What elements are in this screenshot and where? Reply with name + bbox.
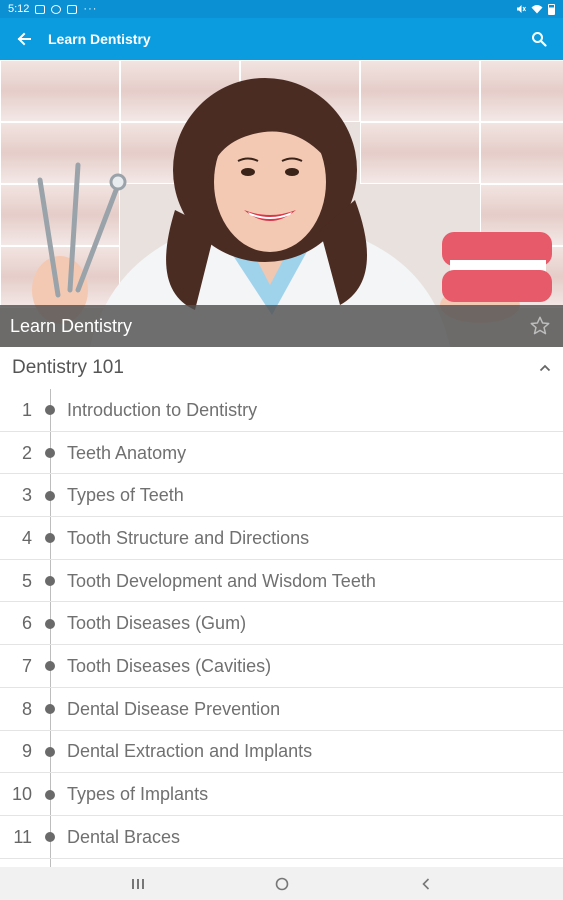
more-notifications-indicator: ··· bbox=[83, 3, 98, 15]
lesson-title: Dental Disease Prevention bbox=[67, 698, 281, 719]
mute-icon bbox=[517, 5, 526, 13]
lesson-item[interactable]: 10 Types of Implants bbox=[0, 773, 563, 816]
lesson-number: 4 bbox=[21, 527, 32, 548]
lesson-item[interactable]: 3 Types of Teeth bbox=[0, 474, 563, 517]
lesson-item[interactable]: 9 Dental Extraction and Implants bbox=[0, 731, 563, 774]
lesson-number: 8 bbox=[21, 698, 32, 719]
app-title: Learn Dentistry bbox=[48, 31, 151, 47]
back-icon bbox=[421, 877, 429, 890]
image-notification-icon bbox=[67, 4, 78, 14]
lesson-number: 2 bbox=[21, 442, 32, 463]
timeline-dot-icon bbox=[45, 448, 55, 459]
dentist-photo bbox=[32, 78, 552, 347]
timeline-dot-icon bbox=[45, 490, 55, 501]
status-left: 5:12 ··· bbox=[8, 3, 97, 15]
lesson-number: 9 bbox=[21, 741, 32, 762]
navigation-bar bbox=[0, 867, 563, 900]
timeline-dot-icon bbox=[45, 661, 55, 672]
sync-notification-icon bbox=[51, 4, 62, 14]
lesson-item[interactable]: 4 Tooth Structure and Directions bbox=[0, 517, 563, 560]
lesson-item[interactable]: 8 Dental Disease Prevention bbox=[0, 688, 563, 731]
timeline-dot-icon bbox=[45, 832, 55, 843]
lesson-item[interactable]: 11 Dental Braces bbox=[0, 816, 563, 859]
lesson-list: 1 Introduction to Dentistry 2 Teeth Anat… bbox=[0, 389, 563, 867]
lesson-title: Types of Implants bbox=[67, 784, 209, 805]
search-button[interactable] bbox=[515, 18, 563, 60]
lesson-item[interactable]: 7 Tooth Diseases (Cavities) bbox=[0, 645, 563, 688]
timeline-dot-icon bbox=[45, 618, 55, 629]
lesson-title: Tooth Diseases (Cavities) bbox=[67, 655, 272, 676]
lesson-title: Types of Teeth bbox=[67, 485, 184, 506]
search-icon bbox=[532, 32, 547, 47]
chevron-up-icon[interactable] bbox=[539, 364, 551, 372]
screen: 5:12 ··· Learn Dentistry Learn Dentistry… bbox=[0, 0, 563, 900]
lesson-number: 3 bbox=[21, 485, 32, 506]
lesson-title: Dental Braces bbox=[67, 826, 181, 847]
wifi-icon bbox=[531, 5, 543, 14]
home-button[interactable] bbox=[262, 867, 302, 900]
lesson-title: Dental Extraction and Implants bbox=[67, 741, 313, 762]
lesson-title: Tooth Diseases (Gum) bbox=[67, 613, 247, 634]
lesson-item[interactable]: 5 Tooth Development and Wisdom Teeth bbox=[0, 560, 563, 603]
back-button[interactable] bbox=[0, 18, 48, 60]
recents-icon bbox=[131, 878, 144, 889]
lesson-title: Tooth Structure and Directions bbox=[67, 527, 310, 548]
battery-icon bbox=[548, 3, 555, 15]
arrow-left-icon bbox=[17, 32, 31, 46]
lesson-number: 7 bbox=[21, 655, 32, 676]
lesson-number: 6 bbox=[21, 613, 32, 634]
lesson-number: 11 bbox=[13, 826, 32, 847]
star-outline-icon bbox=[530, 316, 550, 335]
timeline-dot-icon bbox=[45, 704, 55, 715]
hero-caption: Learn Dentistry bbox=[0, 305, 563, 347]
lesson-title: Tooth Development and Wisdom Teeth bbox=[67, 570, 376, 591]
hero-banner[interactable]: Learn Dentistry bbox=[0, 60, 563, 347]
lesson-item[interactable]: 6 Tooth Diseases (Gum) bbox=[0, 602, 563, 645]
home-icon bbox=[275, 877, 288, 890]
lesson-item[interactable]: 1 Introduction to Dentistry bbox=[0, 389, 563, 432]
lesson-number: 10 bbox=[11, 784, 32, 805]
recents-button[interactable] bbox=[118, 867, 158, 900]
lesson-title: Teeth Anatomy bbox=[67, 442, 187, 463]
status-right bbox=[516, 3, 555, 15]
timeline-dot-icon bbox=[45, 405, 55, 416]
timeline-dot-icon bbox=[45, 533, 55, 544]
timeline-dot-icon bbox=[45, 576, 55, 587]
message-notification-icon bbox=[35, 4, 46, 14]
status-bar: 5:12 ··· bbox=[0, 0, 563, 18]
app-bar: Learn Dentistry bbox=[0, 18, 563, 60]
favorite-button[interactable] bbox=[527, 313, 553, 339]
timeline-dot-icon bbox=[45, 789, 55, 800]
nav-back-button[interactable] bbox=[406, 867, 446, 900]
lesson-number: 1 bbox=[21, 399, 32, 420]
section-header[interactable]: Dentistry 101 bbox=[0, 347, 563, 389]
timeline-dot-icon bbox=[45, 746, 55, 757]
lesson-number: 5 bbox=[21, 570, 32, 591]
lesson-title: Introduction to Dentistry bbox=[67, 399, 258, 420]
section-title: Dentistry 101 bbox=[12, 357, 124, 378]
status-time: 5:12 bbox=[8, 3, 30, 15]
hero-caption-text: Learn Dentistry bbox=[10, 315, 133, 336]
lesson-item[interactable]: 2 Teeth Anatomy bbox=[0, 432, 563, 475]
